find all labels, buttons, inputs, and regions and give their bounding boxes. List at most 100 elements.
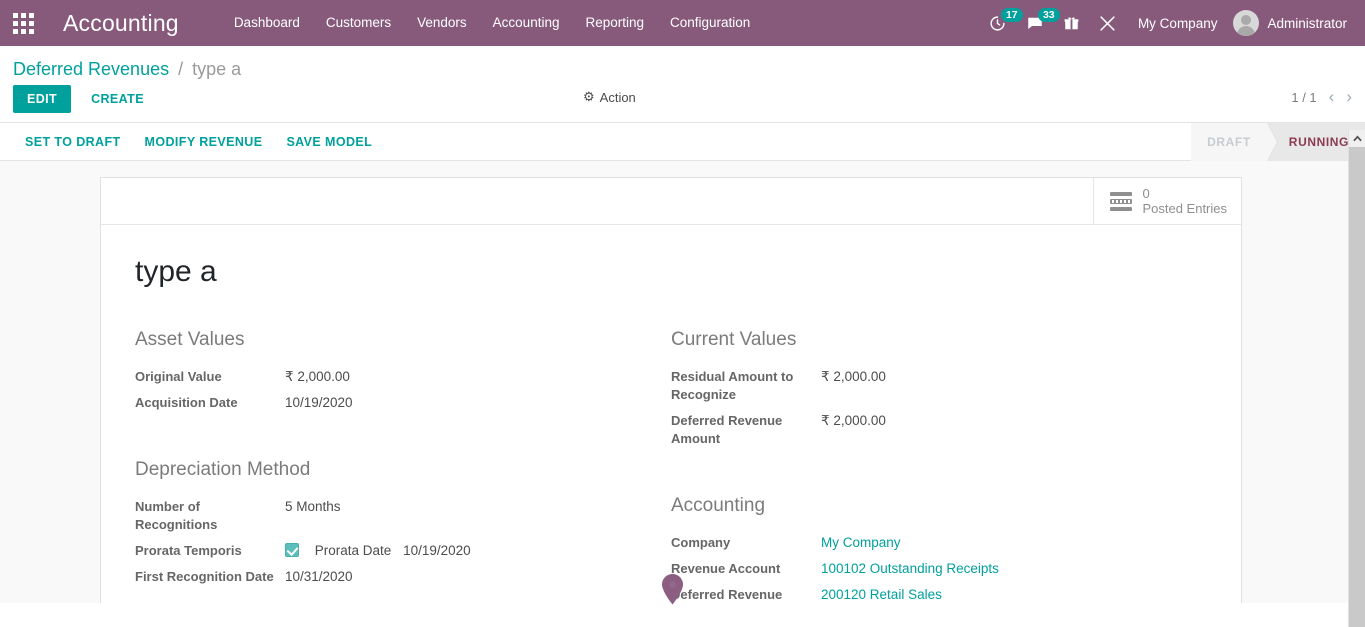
group-title-depreciation-method: Depreciation Method <box>135 459 641 481</box>
value-revenue-account[interactable]: 100102 Outstanding Receipts <box>821 557 1177 583</box>
gear-icon: ⚙ <box>583 89 595 105</box>
menu-item-reporting[interactable]: Reporting <box>572 0 657 46</box>
smart-button-box: 0 Posted Entries <box>101 178 1241 225</box>
field-row-number-of-recognitions: Number of Recognitions 5 Months <box>135 495 641 539</box>
label-revenue-account: Revenue Account <box>671 557 821 583</box>
form-groups: Asset Values Original Value ₹ 2,000.00 A… <box>135 329 1207 603</box>
form-view-area: 0 Posted Entries type a Asset Values Ori… <box>0 161 1365 603</box>
chevron-right-icon[interactable]: › <box>1346 89 1352 105</box>
form-body: type a Asset Values Original Value ₹ 2,0… <box>101 225 1241 603</box>
field-row-company: Company My Company <box>671 531 1177 557</box>
field-row-revenue-account: Revenue Account 100102 Outstanding Recei… <box>671 557 1177 583</box>
form-sheet: 0 Posted Entries type a Asset Values Ori… <box>100 177 1242 603</box>
page-title: type a <box>135 255 1207 289</box>
gift-icon <box>1064 15 1079 31</box>
value-acquisition-date[interactable]: 10/19/2020 <box>285 391 641 417</box>
group-current-values: Current Values Residual Amount to Recogn… <box>671 329 1177 453</box>
label-prorata-temporis: Prorata Temporis <box>135 539 285 565</box>
main-menu: Dashboard Customers Vendors Accounting R… <box>221 0 764 46</box>
value-original-value[interactable]: ₹ 2,000.00 <box>285 365 641 391</box>
breadcrumb-current: type a <box>192 59 241 79</box>
group-accounting: Accounting Company My Company Revenue Ac… <box>671 495 1177 603</box>
scrollbar-thumb[interactable] <box>1349 147 1365 627</box>
top-navbar: Accounting Dashboard Customers Vendors A… <box>0 0 1365 46</box>
group-title-accounting: Accounting <box>671 495 1177 517</box>
developer-tools-button[interactable] <box>1089 0 1126 46</box>
activity-menu-button[interactable]: 17 <box>979 0 1016 46</box>
avatar <box>1233 10 1259 36</box>
label-residual-amount-to-recognize: Residual Amount to Recognize <box>671 365 821 409</box>
value-deferred-revenue-account[interactable]: 200120 Retail Sales <box>821 583 1177 603</box>
status-badge-draft[interactable]: DRAFT <box>1191 123 1267 161</box>
form-column-left: Asset Values Original Value ₹ 2,000.00 A… <box>135 329 671 603</box>
group-asset-values: Asset Values Original Value ₹ 2,000.00 A… <box>135 329 641 417</box>
group-title-asset-values: Asset Values <box>135 329 641 351</box>
status-stages: DRAFT RUNNING <box>1191 123 1365 161</box>
field-row-residual-amount: Residual Amount to Recognize ₹ 2,000.00 <box>671 365 1177 409</box>
label-original-value: Original Value <box>135 365 285 391</box>
gift-button[interactable] <box>1054 0 1089 46</box>
label-deferred-revenue-amount: Deferred Revenue Amount <box>671 409 821 453</box>
apps-grid-icon[interactable] <box>0 0 46 46</box>
menu-item-dashboard[interactable]: Dashboard <box>221 0 313 46</box>
modify-revenue-button[interactable]: MODIFY REVENUE <box>133 130 275 154</box>
label-deferred-revenue-account: Deferred Revenue Account <box>671 583 821 603</box>
status-bar: SET TO DRAFT MODIFY REVENUE SAVE MODEL D… <box>0 123 1365 161</box>
vertical-scrollbar[interactable] <box>1348 130 1365 627</box>
action-menu[interactable]: ⚙ Action <box>583 89 636 105</box>
menu-item-customers[interactable]: Customers <box>313 0 404 46</box>
value-prorata-temporis: Prorata Date 10/19/2020 <box>285 539 641 565</box>
posted-entries-label: Posted Entries <box>1142 201 1227 216</box>
field-row-prorata-temporis: Prorata Temporis Prorata Date 10/19/2020 <box>135 539 641 565</box>
field-row-first-recognition-date: First Recognition Date 10/31/2020 <box>135 565 641 591</box>
control-panel: Deferred Revenues / type a EDIT CREATE ⚙… <box>0 46 1365 123</box>
save-model-button[interactable]: SAVE MODEL <box>274 130 384 154</box>
prorata-temporis-checkbox[interactable] <box>285 543 299 557</box>
pager: 1 / 1 ‹ › <box>1291 89 1352 105</box>
user-menu[interactable]: Administrator <box>1229 10 1355 36</box>
label-company: Company <box>671 531 821 557</box>
navbar-right-tools: 17 33 My Company Adm <box>979 0 1355 46</box>
posted-entries-count: 0 <box>1142 186 1227 201</box>
field-row-deferred-revenue-account: Deferred Revenue Account 200120 Retail S… <box>671 583 1177 603</box>
group-title-current-values: Current Values <box>671 329 1177 351</box>
user-name-label: Administrator <box>1267 16 1347 31</box>
bars-list-icon <box>1110 192 1132 211</box>
value-company[interactable]: My Company <box>821 531 1177 557</box>
group-depreciation-method: Depreciation Method Number of Recognitio… <box>135 459 641 591</box>
messaging-menu-button[interactable]: 33 <box>1016 0 1054 46</box>
create-button[interactable]: CREATE <box>78 85 157 113</box>
wrench-tools-icon <box>1099 15 1116 32</box>
chevron-left-icon[interactable]: ‹ <box>1329 89 1335 105</box>
value-number-of-recognitions[interactable]: 5 Months <box>285 495 641 539</box>
menu-item-accounting[interactable]: Accounting <box>480 0 573 46</box>
value-deferred-revenue-amount[interactable]: ₹ 2,000.00 <box>821 409 1177 453</box>
breadcrumb-separator: / <box>178 59 183 79</box>
field-row-original-value: Original Value ₹ 2,000.00 <box>135 365 641 391</box>
breadcrumb: Deferred Revenues / type a <box>0 46 1365 86</box>
company-switcher[interactable]: My Company <box>1126 16 1230 31</box>
field-row-deferred-revenue-amount: Deferred Revenue Amount ₹ 2,000.00 <box>671 409 1177 453</box>
label-first-recognition-date: First Recognition Date <box>135 565 285 591</box>
value-prorata-date[interactable]: 10/19/2020 <box>403 543 471 558</box>
posted-entries-smart-button[interactable]: 0 Posted Entries <box>1093 178 1241 224</box>
value-residual-amount-to-recognize[interactable]: ₹ 2,000.00 <box>821 365 1177 409</box>
status-bar-actions: SET TO DRAFT MODIFY REVENUE SAVE MODEL <box>0 123 384 160</box>
label-number-of-recognitions: Number of Recognitions <box>135 495 285 539</box>
chevron-up-icon <box>1353 135 1362 142</box>
menu-item-configuration[interactable]: Configuration <box>657 0 763 46</box>
label-prorata-date: Prorata Date <box>315 543 392 558</box>
menu-item-vendors[interactable]: Vendors <box>404 0 480 46</box>
set-to-draft-button[interactable]: SET TO DRAFT <box>13 130 133 154</box>
edit-button[interactable]: EDIT <box>13 85 71 113</box>
app-brand-title: Accounting <box>63 10 179 37</box>
action-menu-label: Action <box>600 90 636 105</box>
scroll-up-button[interactable] <box>1349 130 1365 147</box>
form-column-right: Current Values Residual Amount to Recogn… <box>671 329 1207 603</box>
label-acquisition-date: Acquisition Date <box>135 391 285 417</box>
breadcrumb-root-link[interactable]: Deferred Revenues <box>13 59 169 79</box>
control-panel-buttons: EDIT CREATE ⚙ Action 1 / 1 ‹ › <box>0 86 1365 122</box>
field-row-acquisition-date: Acquisition Date 10/19/2020 <box>135 391 641 417</box>
pager-value: 1 / 1 <box>1291 90 1316 105</box>
value-first-recognition-date[interactable]: 10/31/2020 <box>285 565 641 591</box>
